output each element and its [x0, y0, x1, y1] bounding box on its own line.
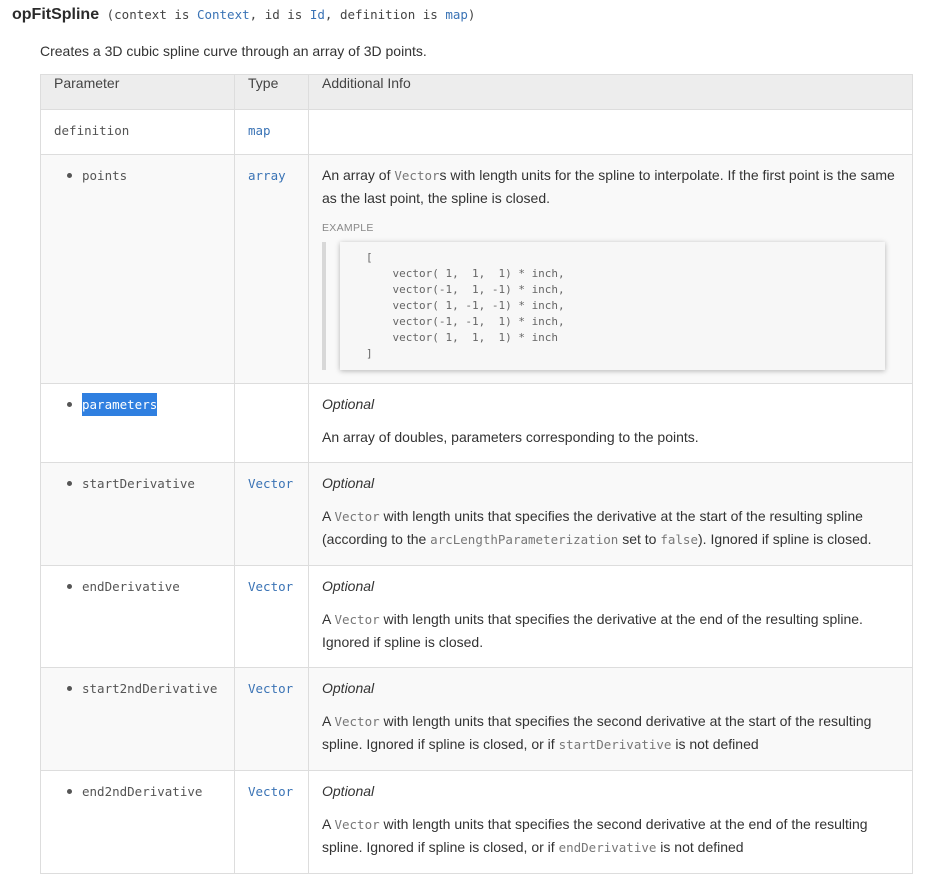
param-name-end2ndDerivative: end2ndDerivative: [82, 784, 203, 799]
param-name-definition: definition: [54, 123, 130, 138]
header-additional-info: Additional Info: [308, 74, 913, 110]
header-parameter: Parameter: [40, 74, 235, 110]
bullet-icon: [67, 584, 72, 589]
bullet-icon: [67, 402, 72, 407]
param-name-parameters: parameters: [82, 393, 158, 416]
param-name-startDerivative: startDerivative: [82, 476, 195, 491]
example-block: [ vector( 1, 1, 1) * inch, vector(-1, 1,…: [322, 242, 899, 370]
info-text: ). Ignored if spline is closed.: [698, 531, 872, 547]
parameters-table: Parameter Type Additional Info definitio…: [40, 74, 913, 874]
function-signature: opFitSpline (context is Context, id is I…: [12, 6, 475, 24]
function-name: opFitSpline: [12, 6, 100, 23]
info-cell: Optional A Vector with length units that…: [308, 770, 913, 874]
vector-code: Vector: [394, 168, 440, 183]
context-type-link[interactable]: Context: [197, 7, 250, 22]
param-cell: definition: [40, 109, 235, 155]
param-cell: startDerivative: [40, 462, 235, 566]
parameters-info: An array of doubles, parameters correspo…: [322, 429, 699, 445]
info-text: A: [322, 816, 335, 832]
info-text: A: [322, 611, 335, 627]
param-name-points: points: [82, 168, 128, 183]
type-cell: [234, 383, 309, 463]
bullet-icon: [67, 481, 72, 486]
table-row: parameters Optional An array of doubles,…: [40, 383, 913, 463]
info-cell: Optional An array of doubles, parameters…: [308, 383, 913, 463]
type-link-array[interactable]: array: [248, 168, 286, 183]
info-cell: Optional A Vector with length units that…: [308, 667, 913, 771]
info-text: with length units that specifies the der…: [322, 611, 863, 650]
info-text: is not defined: [656, 839, 744, 855]
startderivative-code: startDerivative: [558, 737, 672, 752]
arclength-code: arcLengthParameterization: [430, 532, 619, 547]
param-cell: points: [40, 154, 235, 384]
type-link-vector[interactable]: Vector: [248, 681, 293, 696]
optional-label: Optional: [322, 578, 375, 594]
false-code: false: [660, 532, 698, 547]
param-cell: start2ndDerivative: [40, 667, 235, 771]
type-link-vector[interactable]: Vector: [248, 476, 293, 491]
header-type: Type: [234, 74, 309, 110]
optional-label: Optional: [322, 475, 375, 491]
signature-open: (context is: [99, 7, 197, 22]
signature-close: ): [467, 7, 476, 22]
example-label: EXAMPLE: [322, 222, 374, 234]
function-description: Creates a 3D cubic spline curve through …: [40, 43, 427, 59]
type-cell: array: [234, 154, 309, 384]
info-text: is not defined: [671, 736, 759, 752]
vector-code: Vector: [334, 612, 380, 627]
table-header-row: Parameter Type Additional Info: [40, 74, 913, 110]
table-row: start2ndDerivative Vector Optional A Vec…: [40, 667, 913, 771]
map-type-link[interactable]: map: [445, 7, 468, 22]
param-name-endDerivative: endDerivative: [82, 579, 180, 594]
info-cell: An array of Vectors with length units fo…: [308, 154, 913, 384]
table-row: definition map: [40, 109, 913, 155]
info-cell: [308, 109, 913, 155]
type-cell: Vector: [234, 667, 309, 771]
table-row: endDerivative Vector Optional A Vector w…: [40, 565, 913, 668]
signature-mid1: , id is: [249, 7, 310, 22]
table-row: end2ndDerivative Vector Optional A Vecto…: [40, 770, 913, 874]
bullet-icon: [67, 173, 72, 178]
table-row: startDerivative Vector Optional A Vector…: [40, 462, 913, 566]
info-cell: Optional A Vector with length units that…: [308, 462, 913, 566]
optional-label: Optional: [322, 396, 375, 412]
param-cell: endDerivative: [40, 565, 235, 668]
start2ndDerivative-info: A Vector with length units that specifie…: [322, 710, 899, 756]
param-cell: parameters: [40, 383, 235, 463]
optional-label: Optional: [322, 680, 375, 696]
endDerivative-info: A Vector with length units that specifie…: [322, 608, 899, 654]
vector-code: Vector: [334, 714, 380, 729]
end2ndDerivative-info: A Vector with length units that specifie…: [322, 813, 899, 859]
type-cell: Vector: [234, 770, 309, 874]
type-link-vector[interactable]: Vector: [248, 784, 293, 799]
points-info: An array of Vectors with length units fo…: [322, 164, 899, 210]
id-type-link[interactable]: Id: [310, 7, 325, 22]
type-cell: Vector: [234, 565, 309, 668]
example-code-box: [ vector( 1, 1, 1) * inch, vector(-1, 1,…: [340, 242, 885, 370]
type-cell: map: [234, 109, 309, 155]
type-link-vector[interactable]: Vector: [248, 579, 293, 594]
info-text: An array of: [322, 167, 395, 183]
example-side-bar: [322, 242, 326, 370]
signature-mid2: , definition is: [324, 7, 446, 22]
startDerivative-info: A Vector with length units that specifie…: [322, 505, 899, 551]
endderivative-code: endDerivative: [558, 840, 657, 855]
info-text: A: [322, 508, 335, 524]
type-cell: Vector: [234, 462, 309, 566]
vector-code: Vector: [334, 509, 380, 524]
bullet-icon: [67, 789, 72, 794]
type-link-map[interactable]: map: [248, 123, 271, 138]
optional-label: Optional: [322, 783, 375, 799]
example-code: [ vector( 1, 1, 1) * inch, vector(-1, 1,…: [366, 251, 565, 360]
info-cell: Optional A Vector with length units that…: [308, 565, 913, 668]
param-name-start2ndDerivative: start2ndDerivative: [82, 681, 218, 696]
bullet-icon: [67, 686, 72, 691]
info-text: A: [322, 713, 335, 729]
param-cell: end2ndDerivative: [40, 770, 235, 874]
table-row: points array An array of Vectors with le…: [40, 154, 913, 384]
info-text: set to: [618, 531, 661, 547]
vector-code: Vector: [334, 817, 380, 832]
